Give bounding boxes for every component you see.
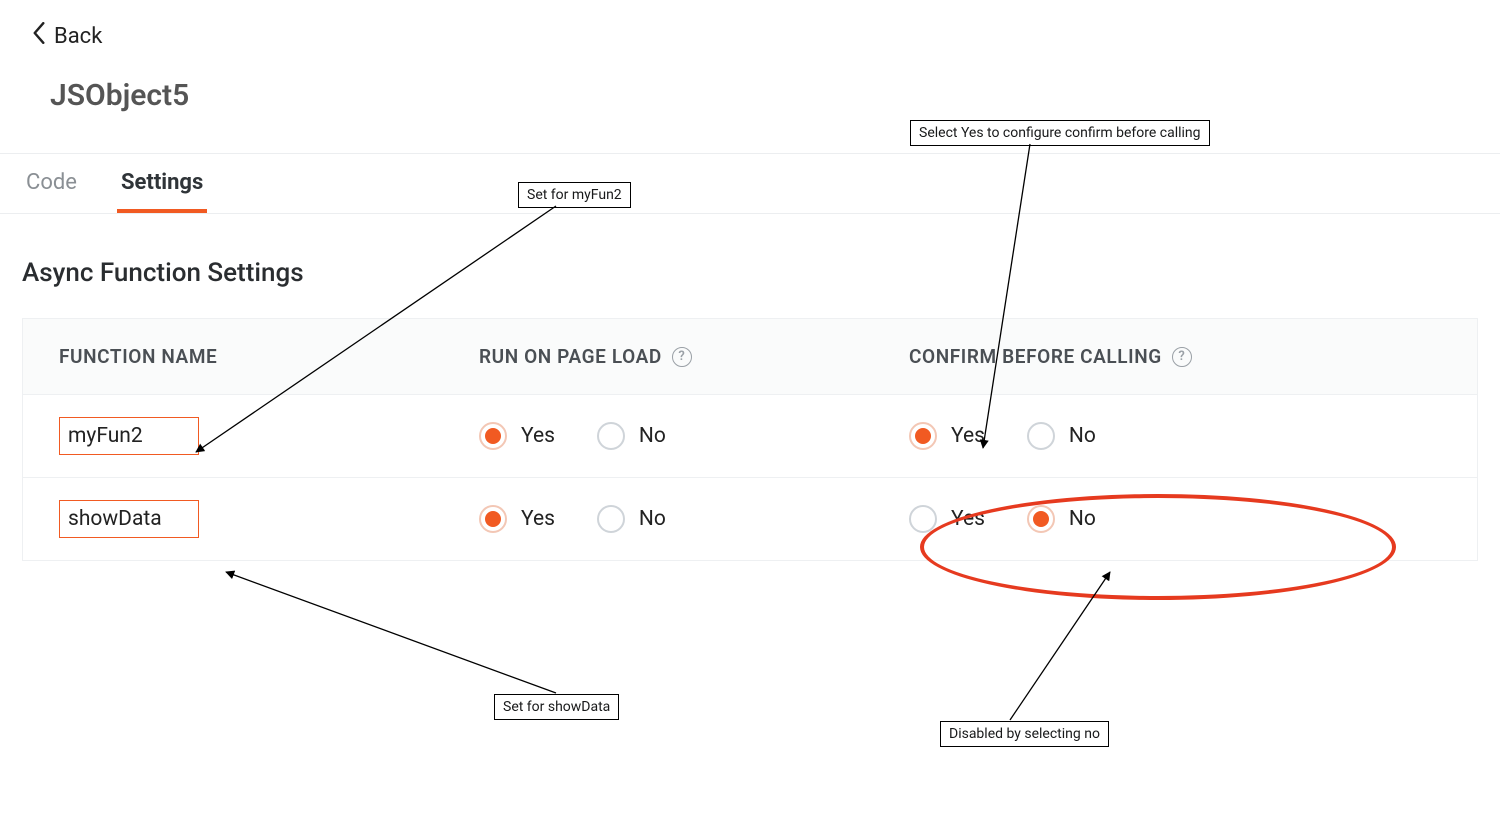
col-run-label: RUN ON PAGE LOAD <box>479 345 662 368</box>
radio-dot-icon <box>479 505 507 533</box>
annotation-callout: Select Yes to configure confirm before c… <box>910 120 1210 146</box>
radio-label: Yes <box>521 507 555 531</box>
radio-run-no[interactable]: No <box>597 422 666 450</box>
radio-label: No <box>1069 424 1096 448</box>
function-name-showdata: showData <box>59 500 199 538</box>
radio-dot-icon <box>1027 422 1055 450</box>
radio-label: Yes <box>521 424 555 448</box>
radio-label: No <box>639 507 666 531</box>
col-confirm-before-calling: CONFIRM BEFORE CALLING ? <box>909 345 1441 368</box>
col-function-name-label: FUNCTION NAME <box>59 345 217 368</box>
annotation-ellipse <box>920 494 1396 600</box>
radio-run-no[interactable]: No <box>597 505 666 533</box>
col-function-name: FUNCTION NAME <box>59 345 479 368</box>
confirm-radio-group-myfun2: Yes No <box>909 422 1441 450</box>
tab-settings[interactable]: Settings <box>117 154 207 213</box>
run-radio-group-myfun2: Yes No <box>479 422 909 450</box>
radio-dot-icon <box>479 422 507 450</box>
help-icon[interactable]: ? <box>1172 347 1192 367</box>
radio-dot-icon <box>597 505 625 533</box>
annotation-callout: Set for showData <box>494 694 619 720</box>
back-label: Back <box>54 24 102 49</box>
col-confirm-label: CONFIRM BEFORE CALLING <box>909 345 1162 368</box>
annotation-callout: Set for myFun2 <box>518 182 631 208</box>
radio-run-yes[interactable]: Yes <box>479 505 555 533</box>
table-row: myFun2 Yes No Yes No <box>23 394 1477 477</box>
radio-confirm-no[interactable]: No <box>1027 422 1096 450</box>
radio-dot-icon <box>597 422 625 450</box>
radio-run-yes[interactable]: Yes <box>479 422 555 450</box>
radio-confirm-yes[interactable]: Yes <box>909 422 985 450</box>
function-name-myfun2: myFun2 <box>59 417 199 455</box>
run-radio-group-showdata: Yes No <box>479 505 909 533</box>
tab-bar: Code Settings <box>0 153 1500 214</box>
help-icon[interactable]: ? <box>672 347 692 367</box>
radio-label: No <box>639 424 666 448</box>
table-header: FUNCTION NAME RUN ON PAGE LOAD ? CONFIRM… <box>23 319 1477 394</box>
chevron-left-icon <box>32 22 46 50</box>
radio-label: Yes <box>951 424 985 448</box>
page-title: JSObject5 <box>50 78 1472 113</box>
col-run-on-page-load: RUN ON PAGE LOAD ? <box>479 345 909 368</box>
radio-dot-icon <box>909 422 937 450</box>
back-button[interactable]: Back <box>32 22 102 50</box>
section-title: Async Function Settings <box>22 258 1478 288</box>
annotation-callout: Disabled by selecting no <box>940 721 1109 747</box>
tab-code[interactable]: Code <box>22 154 81 213</box>
